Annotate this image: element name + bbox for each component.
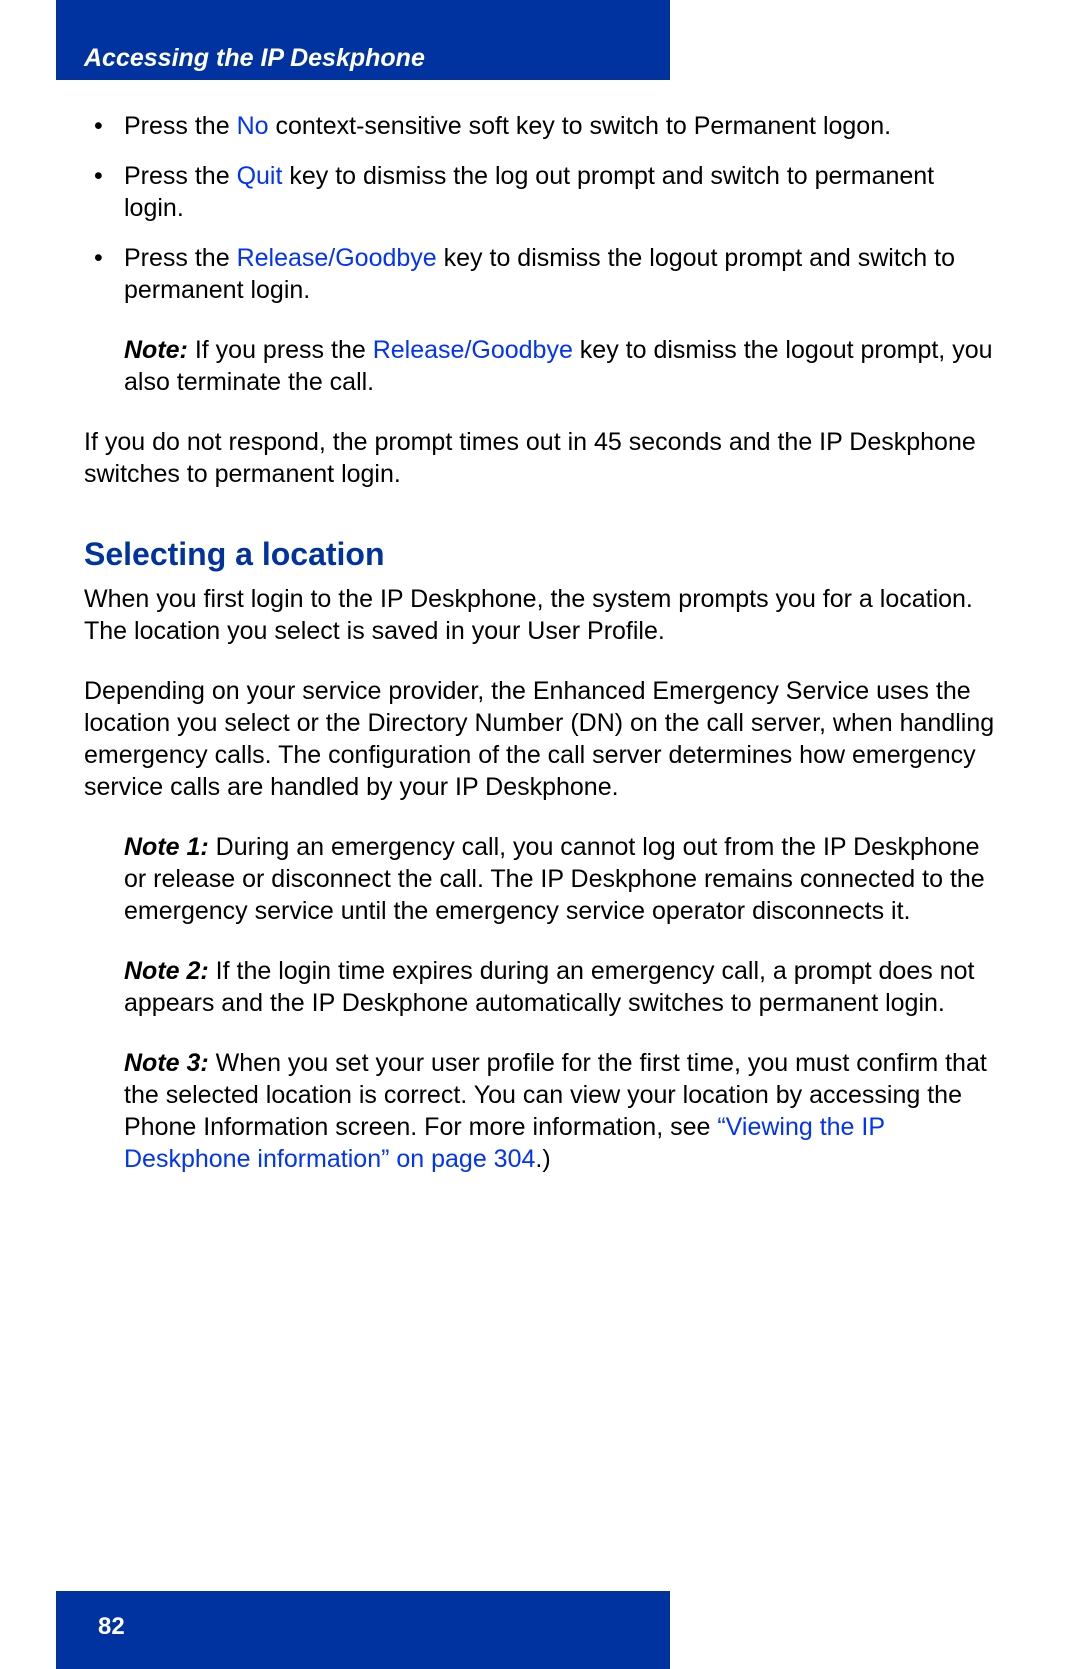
text: Press the bbox=[124, 162, 237, 190]
paragraph-loc2: Depending on your service provider, the … bbox=[84, 675, 996, 803]
text: During an emergency call, you cannot log… bbox=[124, 833, 985, 925]
text: .) bbox=[535, 1145, 550, 1173]
note-label: Note 3: bbox=[124, 1049, 209, 1077]
note-block-1: Note 1: During an emergency call, you ca… bbox=[124, 831, 996, 927]
footer-bar bbox=[56, 1591, 670, 1669]
bullet-list: Press the No context-sensitive soft key … bbox=[84, 110, 996, 306]
bullet-item-1: Press the No context-sensitive soft key … bbox=[84, 110, 996, 142]
paragraph-loc1: When you first login to the IP Deskphone… bbox=[84, 583, 996, 647]
paragraph-timeout: If you do not respond, the prompt times … bbox=[84, 426, 996, 490]
text: Press the bbox=[124, 112, 237, 140]
note-label: Note 1: bbox=[124, 833, 209, 861]
text: If the login time expires during an emer… bbox=[124, 957, 974, 1017]
content-area: Press the No context-sensitive soft key … bbox=[84, 110, 996, 1175]
text: context-sensitive soft key to switch to … bbox=[269, 112, 892, 140]
link-release-goodbye: Release/Goodbye bbox=[237, 244, 437, 272]
link-release-goodbye: Release/Goodbye bbox=[373, 336, 573, 364]
link-no: No bbox=[237, 112, 269, 140]
note-label: Note 2: bbox=[124, 957, 209, 985]
text: If you press the bbox=[188, 336, 373, 364]
text: Press the bbox=[124, 244, 237, 272]
note-label: Note: bbox=[124, 336, 188, 364]
page-number: 82 bbox=[98, 1613, 125, 1641]
link-quit: Quit bbox=[237, 162, 283, 190]
bullet-item-2: Press the Quit key to dismiss the log ou… bbox=[84, 160, 996, 224]
heading-selecting-location: Selecting a location bbox=[84, 536, 996, 573]
note-block-2: Note 2: If the login time expires during… bbox=[124, 955, 996, 1019]
bullet-item-3: Press the Release/Goodbye key to dismiss… bbox=[84, 242, 996, 306]
section-header: Accessing the IP Deskphone bbox=[84, 44, 425, 73]
note-block: Note: If you press the Release/Goodbye k… bbox=[124, 334, 996, 398]
page: Accessing the IP Deskphone Press the No … bbox=[0, 0, 1080, 1669]
note-block-3: Note 3: When you set your user profile f… bbox=[124, 1047, 996, 1175]
